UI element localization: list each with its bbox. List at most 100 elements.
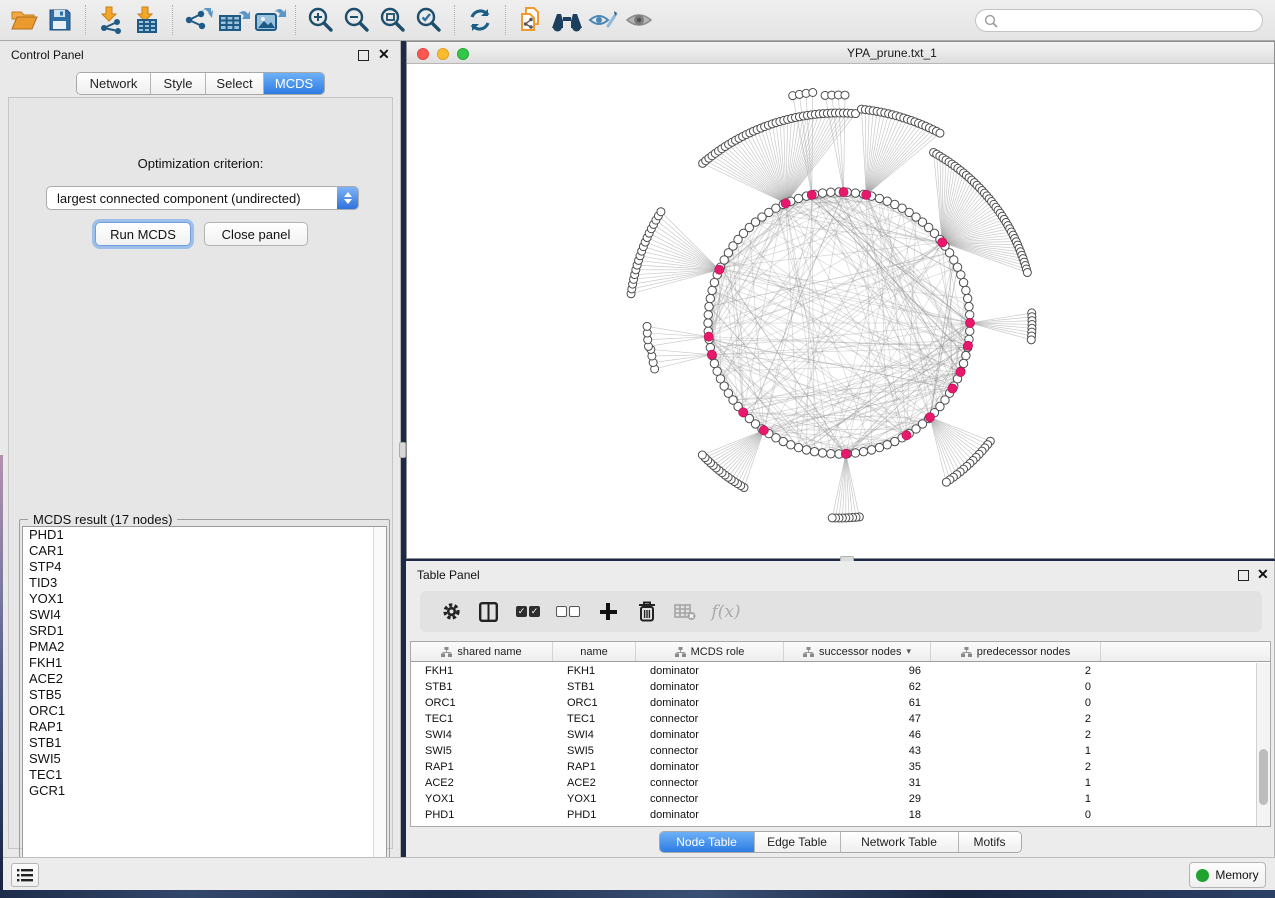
mcds-result-list[interactable]: PHD1CAR1STP4TID3YOX1SWI4SRD1PMA2FKH1ACE2… [22,526,387,890]
run-mcds-button[interactable]: Run MCDS [95,222,191,246]
toggle-panel-icon[interactable] [468,597,508,627]
network-titlebar[interactable]: YPA_prune.txt_1 [407,42,1274,64]
task-history-button[interactable] [11,863,39,887]
function-builder-icon[interactable]: f(x) [704,597,748,627]
table-row[interactable]: ORC1ORC1dominator610 [411,695,1256,711]
mcds-result-item[interactable]: PMA2 [23,639,386,655]
table-row[interactable]: ACE2ACE2connector311 [411,775,1256,791]
optimization-criterion-dropdown[interactable]: largest connected component (undirected) [46,186,359,210]
open-session-icon[interactable] [6,3,42,37]
table-settings-icon[interactable] [434,597,468,627]
tab-node-table[interactable]: Node Table [660,832,755,852]
table-row[interactable]: RAP1RAP1dominator352 [411,759,1256,775]
column-header-predecessor-nodes[interactable]: predecessor nodes [931,642,1101,661]
mcds-result-item[interactable]: SWI4 [23,607,386,623]
show-all-icon[interactable] [621,3,657,37]
mcds-result-item[interactable]: GCR1 [23,783,386,799]
table-scrollbar[interactable] [1256,663,1270,826]
search-box [975,9,1263,32]
zoom-out-icon[interactable] [339,3,375,37]
node-table-body[interactable]: FKH1FKH1dominator962STB1STB1dominator620… [411,663,1256,826]
column-header-shared-name[interactable]: shared name [411,642,553,661]
table-row[interactable]: STB1STB1dominator620 [411,679,1256,695]
control-panel: Control Panel ✕ Network Style Select MCD… [0,41,401,857]
select-all-icon[interactable]: ✓✓ [508,597,548,627]
close-table-panel-icon[interactable]: ✕ [1257,566,1269,582]
maximize-window-icon[interactable] [457,48,469,60]
tab-select[interactable]: Select [206,73,264,94]
table-row[interactable]: FKH1FKH1dominator962 [411,663,1256,679]
float-panel-icon[interactable] [358,50,369,61]
export-image-icon[interactable] [252,3,288,37]
table-scrollbar-thumb[interactable] [1259,749,1268,805]
table-row[interactable]: SWI5SWI5connector431 [411,743,1256,759]
network-graph[interactable] [407,64,1274,558]
tab-edge-table[interactable]: Edge Table [755,832,841,852]
table-row[interactable]: YOX1YOX1connector291 [411,791,1256,807]
mcds-result-item[interactable]: TEC1 [23,767,386,783]
deselect-all-icon[interactable] [548,597,588,627]
mcds-result-item[interactable]: ACE2 [23,671,386,687]
export-network-icon[interactable] [180,3,216,37]
table-cell: FKH1 [553,665,636,677]
tab-motifs[interactable]: Motifs [959,832,1021,852]
table-cell: STB1 [553,681,636,693]
binoculars-icon[interactable] [549,3,585,37]
memory-button[interactable]: Memory [1189,862,1266,888]
tab-mcds[interactable]: MCDS [264,73,324,94]
import-network-icon[interactable] [93,3,129,37]
table-tabs-row: Node Table Edge Table Network Table Moti… [406,831,1274,857]
table-row[interactable]: PHD1PHD1dominator180 [411,807,1256,823]
mcds-result-item[interactable]: ORC1 [23,703,386,719]
mcds-result-item[interactable]: PHD1 [23,527,386,543]
table-cell: 0 [931,697,1101,709]
mcds-result-item[interactable]: TID3 [23,575,386,591]
search-input[interactable] [998,14,1262,28]
table-cell: 29 [784,793,931,805]
tab-network-table[interactable]: Network Table [841,832,959,852]
mcds-result-item[interactable]: STP4 [23,559,386,575]
clone-network-icon[interactable] [513,3,549,37]
table-cell: YOX1 [553,793,636,805]
zoom-in-icon[interactable] [303,3,339,37]
mcds-result-item[interactable]: CAR1 [23,543,386,559]
delete-table-icon[interactable] [666,597,704,627]
minimize-window-icon[interactable] [437,48,449,60]
zoom-fit-icon[interactable] [375,3,411,37]
zoom-selected-icon[interactable] [411,3,447,37]
table-row[interactable]: TEC1TEC1connector472 [411,711,1256,727]
vertical-splitter-grip[interactable] [399,442,406,458]
mcds-result-item[interactable]: SWI5 [23,751,386,767]
mcds-result-item[interactable]: FKH1 [23,655,386,671]
close-panel-button[interactable]: Close panel [204,222,308,246]
column-header-MCDS-role[interactable]: MCDS role [636,642,784,661]
table-cell: 0 [931,809,1101,821]
mcds-list-scrollbar[interactable] [373,527,386,889]
import-table-icon[interactable] [129,3,165,37]
save-session-icon[interactable] [42,3,78,37]
column-header-successor-nodes[interactable]: successor nodes▾ [784,642,931,661]
export-table-icon[interactable] [216,3,252,37]
add-column-icon[interactable] [588,597,628,627]
mcds-result-item[interactable]: RAP1 [23,719,386,735]
mcds-result-item[interactable]: STB1 [23,735,386,751]
optimization-criterion-label: Optimization criterion: [9,156,392,171]
table-cell: 2 [931,761,1101,773]
mcds-result-item[interactable]: YOX1 [23,591,386,607]
refresh-view-icon[interactable] [462,3,498,37]
column-header-name[interactable]: name [553,642,636,661]
close-window-icon[interactable] [417,48,429,60]
delete-columns-icon[interactable] [628,597,666,627]
close-panel-icon[interactable]: ✕ [378,46,390,62]
mcds-result-item[interactable]: STB5 [23,687,386,703]
main-toolbar [0,0,1275,41]
tab-style[interactable]: Style [151,73,206,94]
table-cell: RAP1 [553,761,636,773]
mcds-result-item[interactable]: SRD1 [23,623,386,639]
table-row[interactable]: SWI4SWI4dominator462 [411,727,1256,743]
float-table-panel-icon[interactable] [1238,570,1249,581]
table-cell: connector [636,713,784,725]
hide-selected-icon[interactable] [585,3,621,37]
network-canvas[interactable] [407,64,1274,558]
tab-network[interactable]: Network [77,73,151,94]
